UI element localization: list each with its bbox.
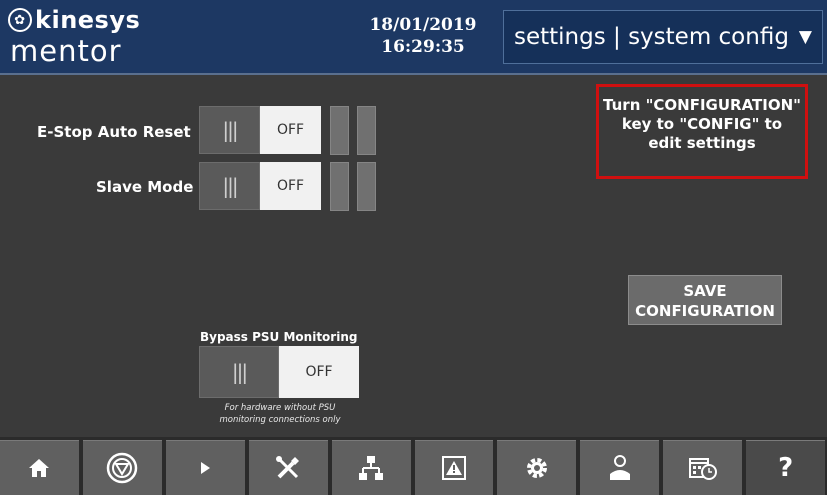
- logo-top-text: kinesys: [35, 6, 141, 34]
- save-configuration-button[interactable]: SAVE CONFIGURATION: [628, 275, 782, 325]
- nav-help[interactable]: ?: [746, 440, 826, 495]
- date-text: 18/01/2019: [369, 15, 477, 35]
- network-icon: [359, 456, 384, 480]
- slave-toggle[interactable]: ||| OFF: [199, 162, 321, 210]
- gear-icon: [526, 458, 547, 478]
- bottom-nav: ?: [0, 437, 827, 495]
- estop-indicator-1: [330, 106, 349, 155]
- help-icon: ?: [778, 453, 794, 483]
- estop-indicator-2: [357, 106, 376, 155]
- note-line-2: monitoring connections only: [219, 415, 341, 425]
- logo: ✿ kinesys: [8, 6, 140, 34]
- toggle-grip-icon: |||: [199, 346, 279, 398]
- logo-bottom-text: mentor: [10, 34, 122, 68]
- header-bar: ✿ kinesys mentor 18/01/2019 16:29:35 set…: [0, 0, 827, 75]
- save-label-1: SAVE: [683, 282, 727, 300]
- toggle-state: OFF: [260, 162, 321, 210]
- page-title-dropdown[interactable]: settings | system config ▼: [503, 10, 823, 64]
- logo-mark-icon: ✿: [8, 8, 32, 32]
- warning-line-3: edit settings: [648, 134, 756, 152]
- nav-settings[interactable]: [497, 440, 577, 495]
- time-text: 16:29:35: [381, 37, 465, 57]
- warning-line-1: Turn "CONFIGURATION": [603, 96, 801, 114]
- page-title: settings | system config: [513, 24, 789, 50]
- slave-label: Slave Mode: [96, 178, 194, 196]
- toggle-grip-icon: |||: [199, 162, 260, 210]
- warning-line-2: key to "CONFIG" to: [621, 115, 783, 133]
- schedule-icon: [688, 458, 717, 480]
- toggle-grip-icon: |||: [199, 106, 260, 154]
- bypass-toggle[interactable]: ||| OFF: [199, 346, 359, 398]
- note-line-1: For hardware without PSU: [224, 403, 336, 413]
- bypass-label: Bypass PSU Monitoring: [200, 330, 358, 344]
- nav-schedule[interactable]: [663, 440, 743, 495]
- estop-toggle[interactable]: ||| OFF: [199, 106, 321, 154]
- nav-home[interactable]: [0, 440, 79, 495]
- datetime: 18/01/2019 16:29:35: [358, 14, 488, 58]
- home-icon: [29, 459, 50, 477]
- toggle-state: OFF: [260, 106, 321, 154]
- stop-icon: [107, 452, 138, 484]
- bypass-note: For hardware without PSU monitoring conn…: [195, 402, 365, 426]
- nav-network[interactable]: [331, 440, 411, 495]
- nav-alarm[interactable]: [414, 440, 494, 495]
- nav-tools[interactable]: [248, 440, 328, 495]
- user-icon: [609, 455, 630, 480]
- chevron-down-icon: ▼: [798, 27, 812, 47]
- alarm-icon: [441, 456, 466, 480]
- config-warning: Turn "CONFIGURATION" key to "CONFIG" to …: [596, 84, 808, 179]
- slave-indicator-1: [330, 162, 349, 211]
- toggle-state: OFF: [279, 346, 359, 398]
- nav-user[interactable]: [580, 440, 660, 495]
- save-label-2: CONFIGURATION: [635, 302, 775, 320]
- nav-stop[interactable]: [82, 440, 162, 495]
- play-icon: [201, 462, 211, 474]
- tools-icon: [276, 456, 300, 479]
- nav-play[interactable]: [165, 440, 245, 495]
- estop-label: E-Stop Auto Reset: [37, 123, 191, 141]
- slave-indicator-2: [357, 162, 376, 211]
